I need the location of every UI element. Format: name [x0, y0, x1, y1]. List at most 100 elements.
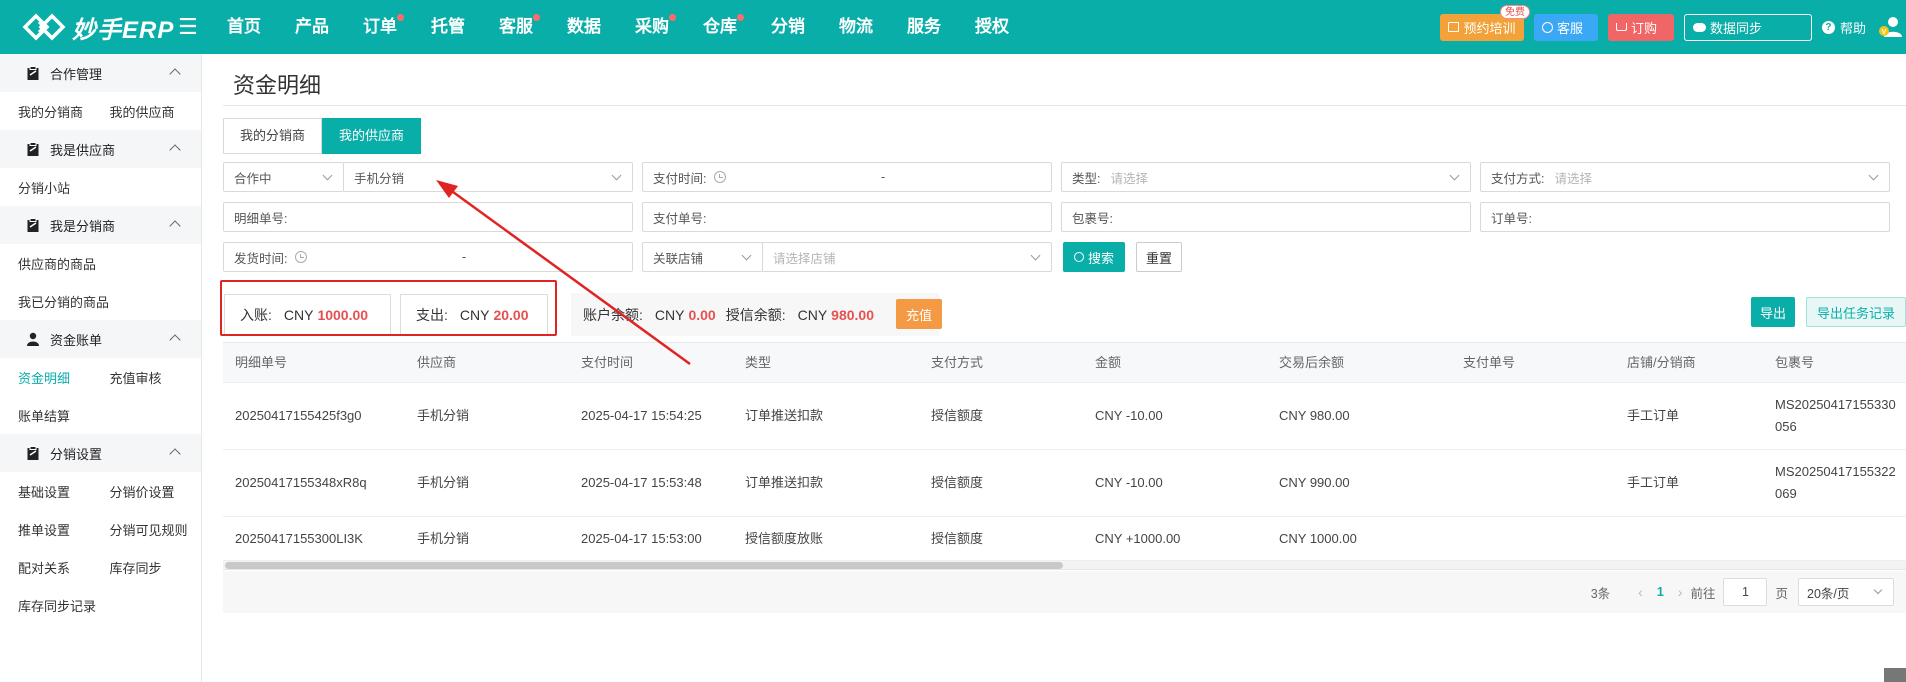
current-page[interactable]: 1 — [1657, 585, 1664, 599]
package-no-input[interactable]: 包裹号: — [1061, 202, 1471, 232]
next-page-icon[interactable]: › — [1678, 584, 1683, 600]
export-button[interactable]: 导出 — [1751, 297, 1795, 327]
notification-dot — [533, 14, 540, 21]
clipboard-icon — [26, 218, 40, 232]
sidebar-item[interactable]: 我已分销的商品 — [18, 292, 110, 311]
recharge-button[interactable]: 充值 — [896, 299, 942, 329]
sidebar-item[interactable]: 分销价设置 — [110, 482, 202, 501]
ship-time-separator: - — [462, 250, 467, 264]
prev-page-icon[interactable]: ‹ — [1638, 584, 1643, 600]
partner-select[interactable]: 手机分销 — [343, 162, 633, 192]
table-cell: 2025-04-17 15:53:00 — [581, 530, 702, 546]
table-row[interactable]: 20250417155425f3g0 手机分销 2025-04-17 15:54:2… — [223, 383, 1906, 450]
help-link[interactable]: ? 帮助 — [1821, 18, 1866, 37]
sidebar-item[interactable]: 供应商的商品 — [18, 254, 110, 273]
page-title: 资金明细 — [233, 73, 322, 98]
user-avatar-icon[interactable]: V — [1878, 15, 1902, 39]
order-no-input[interactable]: 订单号: — [1480, 202, 1890, 232]
nav-item-5[interactable]: 数据 — [550, 0, 618, 54]
goto-page-input[interactable]: 1 — [1723, 578, 1768, 606]
type-label: 类型: — [1072, 171, 1101, 186]
page-size-select[interactable]: 20条/页 — [1798, 578, 1894, 606]
sidebar-group-3[interactable]: 资金账单 — [0, 320, 201, 358]
sidebar-row: 配对关系 库存同步 — [0, 548, 201, 586]
nav-item-3[interactable]: 托管 — [414, 0, 482, 54]
cart-icon — [1615, 23, 1627, 31]
store-placeholder: 请选择店铺 — [773, 251, 836, 266]
sidebar-group-4[interactable]: 分销设置 — [0, 434, 201, 472]
chevron-down-icon — [1449, 170, 1460, 181]
pay-method-select[interactable]: 支付方式: 请选择 — [1480, 162, 1890, 192]
sidebar-item[interactable]: 分销可见规则 — [110, 520, 202, 539]
detail-no-input[interactable]: 明细单号: — [223, 202, 633, 232]
balance-currency: CNY — [654, 306, 685, 323]
coop-status-select[interactable]: 合作中 — [223, 162, 344, 192]
nav-item-6[interactable]: 采购 — [618, 0, 686, 54]
sidebar-item[interactable]: 库存同步 — [110, 558, 202, 577]
table-row[interactable]: 20250417155300LI3K 手机分销 2025-04-17 15:53:0… — [223, 517, 1906, 561]
search-button[interactable]: 搜索 — [1063, 242, 1125, 272]
nav-item-10[interactable]: 服务 — [890, 0, 958, 54]
sidebar-group-0[interactable]: 合作管理 — [0, 54, 201, 92]
nav-item-2[interactable]: 订单 — [346, 0, 414, 54]
sidebar-item[interactable]: 基础设置 — [18, 482, 110, 501]
export-record-button[interactable]: 导出任务记录 — [1806, 297, 1906, 327]
sidebar-item[interactable]: 推单设置 — [18, 520, 110, 539]
table-row[interactable]: 20250417155348xR8q 手机分销 2025-04-17 15:53:4… — [223, 450, 1906, 517]
tab-my-suppliers[interactable]: 我的供应商 — [322, 118, 422, 154]
column-header: 交易后余额 — [1279, 354, 1345, 370]
goto-label: 前往 — [1690, 586, 1716, 601]
column-header: 类型 — [745, 354, 772, 370]
sidebar-item[interactable]: 充值审核 — [110, 368, 202, 387]
nav-item-1[interactable]: 产品 — [278, 0, 346, 54]
table-cell: 授信额度放账 — [745, 530, 824, 546]
customer-service-label: 客服 — [1556, 20, 1583, 36]
store-type-select[interactable]: 关联店铺 — [642, 242, 763, 272]
nav-item-8[interactable]: 分销 — [754, 0, 822, 54]
sidebar-item[interactable]: 账单结算 — [18, 406, 110, 425]
type-select[interactable]: 类型: 请选择 — [1061, 162, 1471, 192]
partner-value: 手机分销 — [354, 171, 405, 186]
table-cell: CNY +1000.00 — [1095, 530, 1181, 546]
nav-item-9[interactable]: 物流 — [822, 0, 890, 54]
subscribe-button[interactable]: 订购 — [1607, 13, 1674, 41]
nav-item-7[interactable]: 仓库 — [686, 0, 754, 54]
logo[interactable]: 妙手ERP — [0, 0, 178, 54]
pay-method-placeholder: 请选择 — [1554, 171, 1592, 186]
sidebar-item[interactable]: 库存同步记录 — [18, 596, 110, 615]
table-cell: 手工订单 — [1627, 408, 1680, 423]
tab-my-distributors[interactable]: 我的分销商 — [223, 118, 323, 154]
nav-item-4[interactable]: 客服 — [482, 0, 550, 54]
table-cell: 订单推送扣款 — [745, 475, 824, 490]
book-training-button[interactable]: 预约培训 免费 — [1439, 4, 1530, 41]
balance-label: 账户余额: — [583, 306, 643, 323]
sidebar-item[interactable]: 分销小站 — [18, 178, 110, 197]
sidebar-item[interactable]: 我的供应商 — [110, 102, 202, 121]
horizontal-scrollbar[interactable] — [223, 561, 1906, 570]
highlight-box — [220, 280, 557, 336]
sidebar-item[interactable]: 资金明细 — [18, 368, 110, 387]
sidebar-group-1[interactable]: 我是供应商 — [0, 130, 201, 168]
pay-time-label: 支付时间: — [653, 171, 707, 186]
table-cell: 20250417155348xR8q — [235, 475, 367, 490]
nav-item-11[interactable]: 授权 — [958, 0, 1026, 54]
order-no-label: 订单号: — [1491, 211, 1532, 226]
customer-service-button[interactable]: 客服 — [1533, 13, 1598, 41]
fund-detail-table: 明细单号 供应商 支付时间 类型 支付方式 金额 交易后余额 支付单号 店铺/分销商 包裹号 202… — [223, 342, 1906, 561]
sidebar-item[interactable]: 我的分销商 — [18, 102, 110, 121]
ship-time-range[interactable]: 发货时间: - — [223, 242, 633, 272]
sidebar-group-2[interactable]: 我是分销商 — [0, 206, 201, 244]
pay-no-input[interactable]: 支付单号: — [642, 202, 1052, 232]
menu-toggle-icon[interactable]: ☰ — [178, 0, 200, 54]
sidebar-item[interactable]: 配对关系 — [18, 558, 110, 577]
cloud-upload-icon — [1692, 22, 1706, 32]
nav-item-0[interactable]: 首页 — [210, 0, 278, 54]
headset-icon — [1541, 21, 1553, 33]
sidebar-group-title: 合作管理 — [50, 66, 103, 82]
data-sync-button[interactable]: 数据同步 — [1683, 13, 1812, 41]
pay-time-range[interactable]: 支付时间: - — [642, 162, 1052, 192]
corner-widget[interactable] — [1884, 668, 1906, 682]
reset-button[interactable]: 重置 — [1136, 242, 1182, 272]
scrollbar-thumb[interactable] — [225, 562, 1063, 569]
store-select[interactable]: 请选择店铺 — [762, 242, 1052, 272]
